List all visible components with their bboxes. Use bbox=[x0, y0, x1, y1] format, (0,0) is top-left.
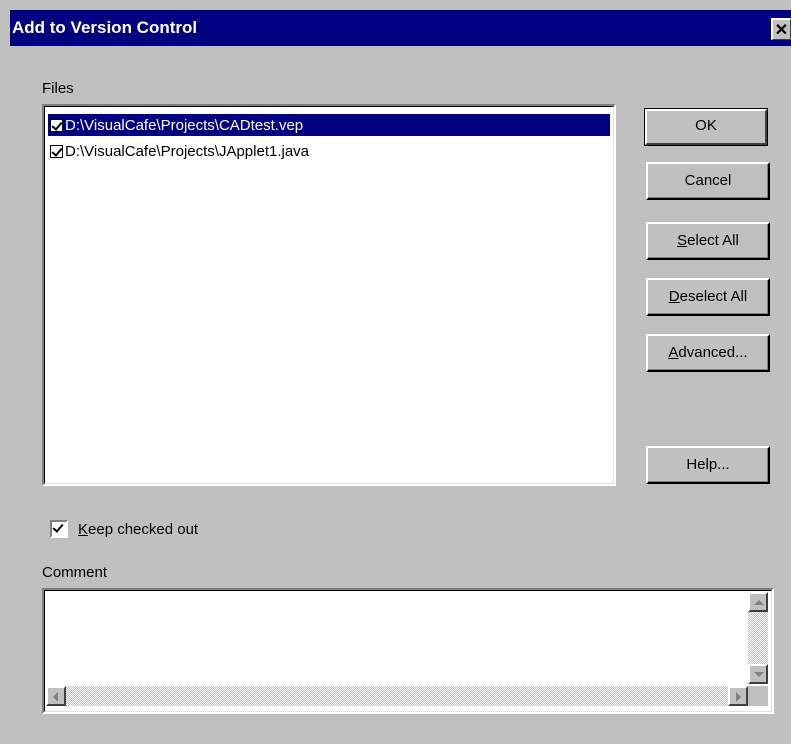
files-list[interactable]: D:\VisualCafe\Projects\CADtest.vep D:\Vi… bbox=[42, 104, 616, 486]
help-label: Help... bbox=[686, 456, 730, 473]
file-checkbox[interactable] bbox=[50, 118, 63, 132]
comment-textarea[interactable] bbox=[42, 588, 774, 714]
advanced-label: Advanced... bbox=[668, 344, 748, 361]
horizontal-scrollbar[interactable] bbox=[46, 686, 748, 706]
comment-label: Comment bbox=[42, 564, 108, 581]
keep-checked-out-label: Keep checked out bbox=[78, 520, 199, 538]
cancel-button[interactable]: Cancel bbox=[646, 162, 770, 200]
title-bar: Add to Version Control ✕ bbox=[10, 10, 791, 46]
scroll-down-button[interactable] bbox=[748, 664, 768, 684]
help-button[interactable]: Help... bbox=[646, 446, 770, 484]
scroll-left-button[interactable] bbox=[46, 686, 66, 706]
file-path: D:\VisualCafe\Projects\JApplet1.java bbox=[65, 142, 310, 160]
scroll-corner bbox=[748, 686, 768, 706]
file-item-japplet1[interactable]: D:\VisualCafe\Projects\JApplet1.java bbox=[48, 140, 610, 162]
scroll-right-button[interactable] bbox=[728, 686, 748, 706]
deselect-all-label: Deselect All bbox=[668, 288, 748, 305]
select-all-label: Select All bbox=[677, 232, 739, 249]
deselect-all-button[interactable]: Deselect All bbox=[646, 278, 770, 316]
file-checkbox[interactable] bbox=[50, 144, 63, 158]
close-button[interactable]: ✕ bbox=[771, 18, 791, 40]
files-label: Files bbox=[42, 80, 74, 97]
advanced-button[interactable]: Advanced... bbox=[646, 334, 770, 372]
file-path: D:\VisualCafe\Projects\CADtest.vep bbox=[65, 116, 304, 134]
arrow-right-icon bbox=[736, 692, 741, 702]
checkbox-box[interactable] bbox=[50, 520, 68, 538]
file-item-cadtest[interactable]: D:\VisualCafe\Projects\CADtest.vep bbox=[48, 114, 610, 136]
cancel-label: Cancel bbox=[684, 172, 732, 189]
ok-button[interactable]: OK bbox=[644, 108, 768, 146]
dialog-title: Add to Version Control bbox=[12, 18, 198, 37]
keep-checked-out-checkbox[interactable]: Keep checked out bbox=[50, 520, 198, 538]
arrow-down-icon bbox=[754, 672, 764, 677]
arrow-left-icon bbox=[53, 692, 58, 702]
add-to-version-control-dialog: Add to Version Control ✕ Files D:\Visual… bbox=[0, 0, 791, 744]
select-all-button[interactable]: Select All bbox=[646, 222, 770, 260]
ok-label: OK bbox=[695, 117, 717, 134]
arrow-up-icon bbox=[754, 600, 764, 605]
close-icon: ✕ bbox=[774, 22, 789, 39]
scroll-up-button[interactable] bbox=[748, 592, 768, 612]
